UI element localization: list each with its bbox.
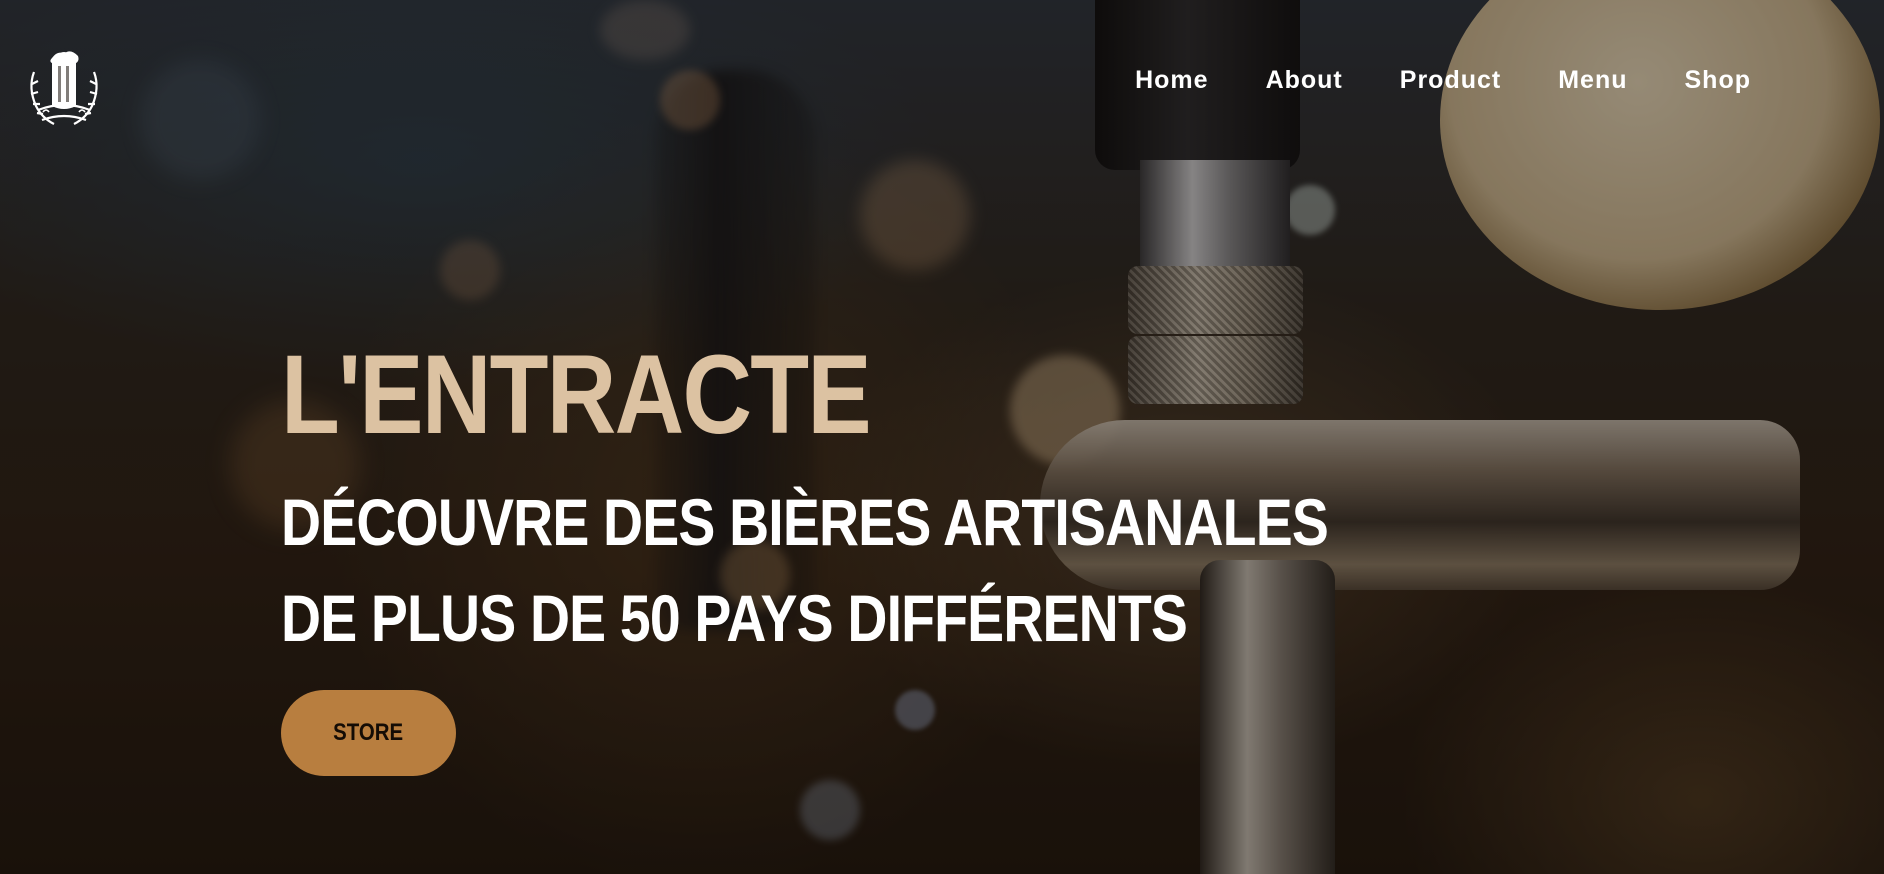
main-nav: Home About Product Menu Shop xyxy=(1078,60,1751,100)
hero-subtitle-line-1: DÉCOUVRE DES BIÈRES ARTISANALES xyxy=(281,485,1329,559)
hero-title: L'ENTRACTE xyxy=(281,332,872,457)
hero-subtitle-line-2: DE PLUS DE 50 PAYS DIFFÉRENTS xyxy=(281,581,1188,655)
hero-subtitle: DÉCOUVRE DES BIÈRES ARTISANALES DE PLUS … xyxy=(281,474,1329,666)
nav-home[interactable]: Home xyxy=(1135,60,1208,100)
site-header: Home About Product Menu Shop xyxy=(0,0,1884,160)
hero-section: Home About Product Menu Shop L'ENTRACTE … xyxy=(0,0,1884,874)
beer-club-logo-icon[interactable] xyxy=(22,44,106,132)
nav-shop[interactable]: Shop xyxy=(1685,60,1752,100)
store-button[interactable]: STORE xyxy=(281,690,456,776)
nav-menu[interactable]: Menu xyxy=(1558,60,1627,100)
nav-product[interactable]: Product xyxy=(1400,60,1501,100)
nav-about[interactable]: About xyxy=(1266,60,1343,100)
store-button-label: STORE xyxy=(333,719,404,746)
hero-content: L'ENTRACTE DÉCOUVRE DES BIÈRES ARTISANAL… xyxy=(281,338,1527,776)
